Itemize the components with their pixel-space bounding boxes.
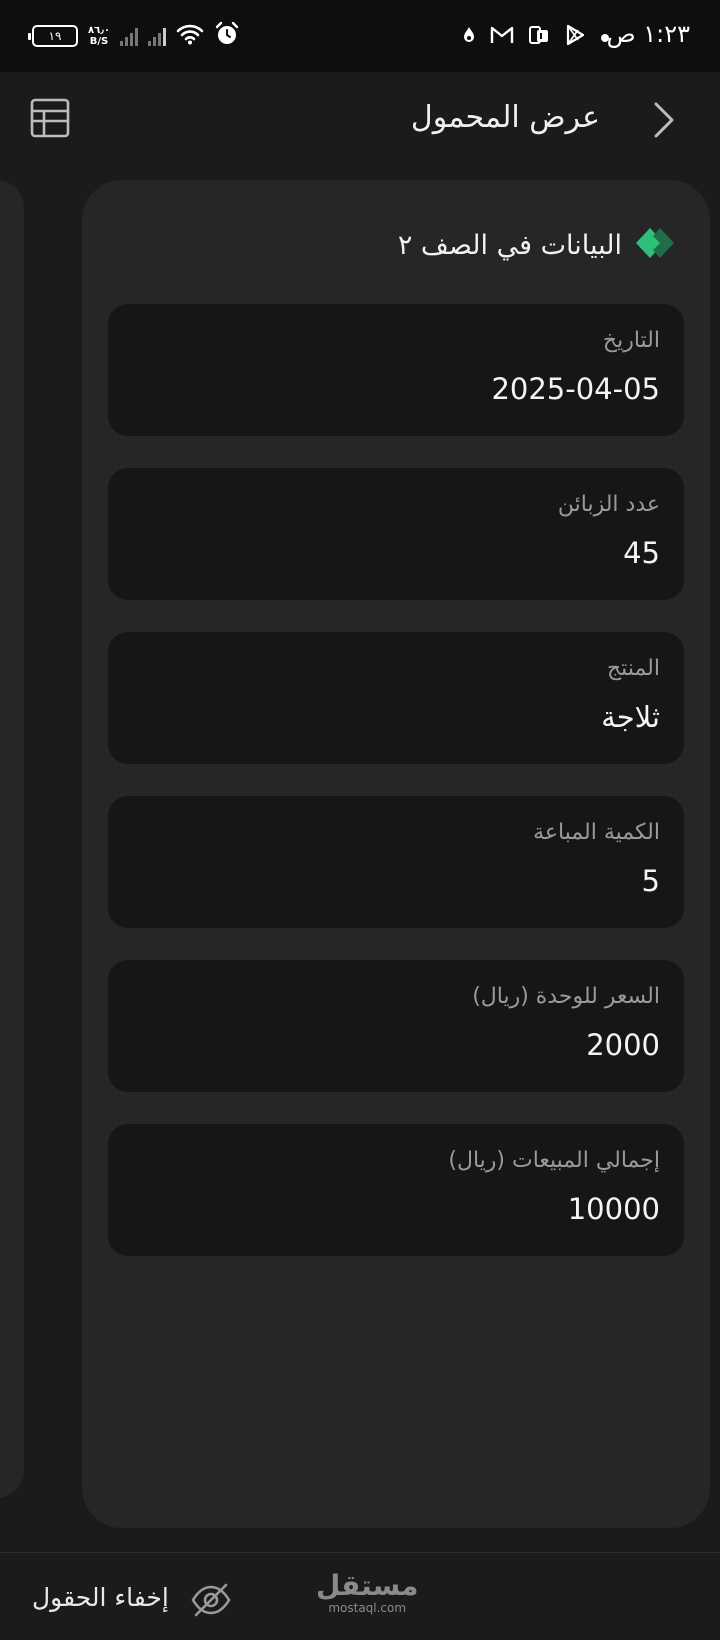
pdf-icon	[528, 24, 550, 50]
row-details-card: البيانات في الصف ٢ التاريخ 2025-04-05 عد…	[82, 180, 710, 1528]
dot-icon	[600, 28, 610, 47]
gmail-icon	[490, 25, 514, 49]
card-title: البيانات في الصف ٢	[398, 226, 676, 264]
field-label: إجمالي المبيعات (ريال)	[448, 1148, 660, 1173]
hide-fields-button[interactable]: إخفاء الحقول	[32, 1583, 169, 1612]
field-value: 10000	[567, 1192, 660, 1226]
signal-icon	[148, 26, 167, 46]
field-value: ثلاجة	[601, 700, 660, 734]
notification-icons	[462, 22, 610, 52]
field-value: 45	[623, 536, 660, 570]
watermark-main: مستقل	[316, 1569, 419, 1602]
watermark-logo: مستقل mostaql.com	[316, 1569, 419, 1616]
field-label: عدد الزبائن	[557, 492, 660, 517]
back-button[interactable]	[646, 98, 682, 142]
card-title-text: البيانات في الصف ٢	[397, 229, 622, 261]
field-unit-price[interactable]: السعر للوحدة (ريال) 2000	[108, 960, 684, 1092]
status-bar: ١:٢٣ ص ١٩ ٨٦٫٠ B/S	[0, 0, 720, 72]
field-product[interactable]: المنتج ثلاجة	[108, 632, 684, 764]
field-label: المنتج	[606, 656, 660, 681]
field-quantity-sold[interactable]: الكمية المباعة 5	[108, 796, 684, 928]
status-time: ١:٢٣ ص	[606, 20, 690, 48]
chevron-right-icon	[654, 102, 674, 138]
battery-level: ١٩	[48, 29, 62, 43]
field-label: السعر للوحدة (ريال)	[472, 984, 660, 1009]
system-icons: ١٩ ٨٦٫٠ B/S	[28, 18, 240, 54]
field-value: 2025-04-05	[491, 372, 660, 406]
battery-icon: ١٩	[28, 25, 78, 47]
alarm-icon	[214, 21, 240, 51]
watermark-sub: mostaql.com	[328, 1601, 407, 1615]
eye-off-icon[interactable]	[190, 1579, 232, 1621]
net-speed: ٨٦٫٠ B/S	[88, 25, 110, 47]
field-value: 5	[641, 864, 660, 898]
adjacent-row-card[interactable]	[0, 180, 24, 1498]
page-title: عرض المحمول	[410, 100, 600, 135]
play-store-icon	[564, 24, 586, 50]
app-header: عرض المحمول	[0, 72, 720, 172]
field-date[interactable]: التاريخ 2025-04-05	[108, 304, 684, 436]
field-label: التاريخ	[602, 328, 660, 353]
wifi-icon	[176, 23, 204, 49]
field-customers[interactable]: عدد الزبائن 45	[108, 468, 684, 600]
notification-icon	[462, 25, 476, 49]
bottom-bar: إخفاء الحقول مستقل mostaql.com	[0, 1552, 720, 1640]
field-total-sales[interactable]: إجمالي المبيعات (ريال) 10000	[108, 1124, 684, 1256]
diamond-icon	[636, 226, 676, 264]
field-value: 2000	[586, 1028, 660, 1062]
field-label: الكمية المباعة	[533, 820, 660, 845]
signal-icon	[120, 26, 139, 46]
table-grid-icon	[30, 98, 70, 138]
net-speed-unit: B/S	[89, 36, 109, 47]
table-view-button[interactable]	[30, 98, 74, 142]
net-speed-value: ٨٦٫٠	[88, 25, 111, 36]
